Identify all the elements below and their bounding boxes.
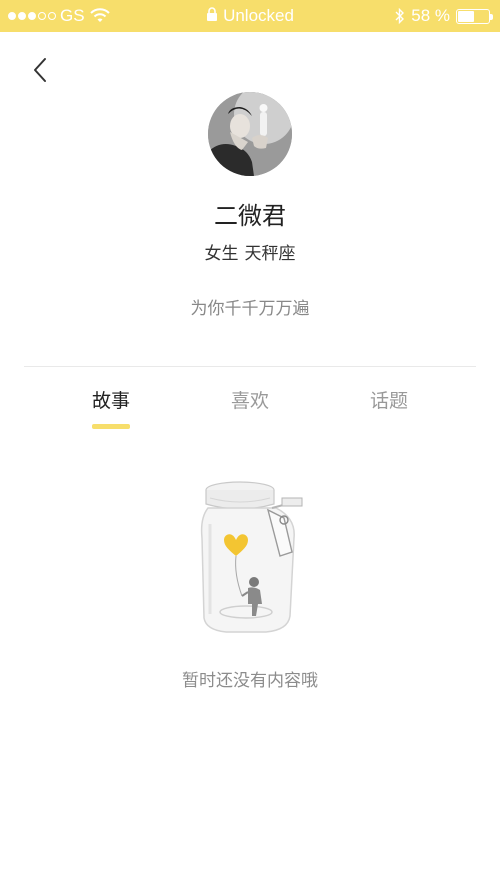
status-bar-right: 58 %: [395, 6, 493, 26]
tab-topics[interactable]: 话题: [329, 386, 449, 413]
zodiac-label: 天秤座: [244, 244, 296, 264]
battery-icon: [456, 8, 493, 24]
gender-label: 女生: [204, 244, 239, 264]
section-divider: [24, 366, 476, 367]
lock-icon: [207, 7, 218, 21]
lock-status-text: Unlocked: [223, 6, 294, 25]
bluetooth-icon: [395, 8, 405, 24]
avatar[interactable]: [208, 92, 292, 176]
status-bar: GS Unlocked 58 %: [0, 0, 500, 32]
tab-likes[interactable]: 喜欢: [190, 386, 310, 413]
avatar-photo: [208, 92, 292, 176]
tab-stories[interactable]: 故事: [51, 386, 171, 429]
battery-level: [458, 10, 474, 22]
battery-percent: 58 %: [411, 6, 450, 25]
profile-tags: 女生 天秤座: [0, 239, 500, 264]
tab-label: 话题: [369, 390, 408, 412]
active-tab-indicator: [92, 424, 130, 429]
profile-bio: 为你千千万万遍: [190, 299, 310, 319]
empty-jar-illustration: [196, 478, 308, 638]
tab-label: 故事: [91, 390, 130, 412]
profile-tabs: 故事 喜欢 话题: [0, 386, 500, 436]
tab-label: 喜欢: [230, 390, 269, 412]
back-arrow-icon: [34, 58, 46, 82]
back-button[interactable]: [26, 54, 56, 86]
profile-name: 二微君: [214, 202, 286, 230]
empty-state-message: 暂时还没有内容哦: [182, 671, 318, 691]
